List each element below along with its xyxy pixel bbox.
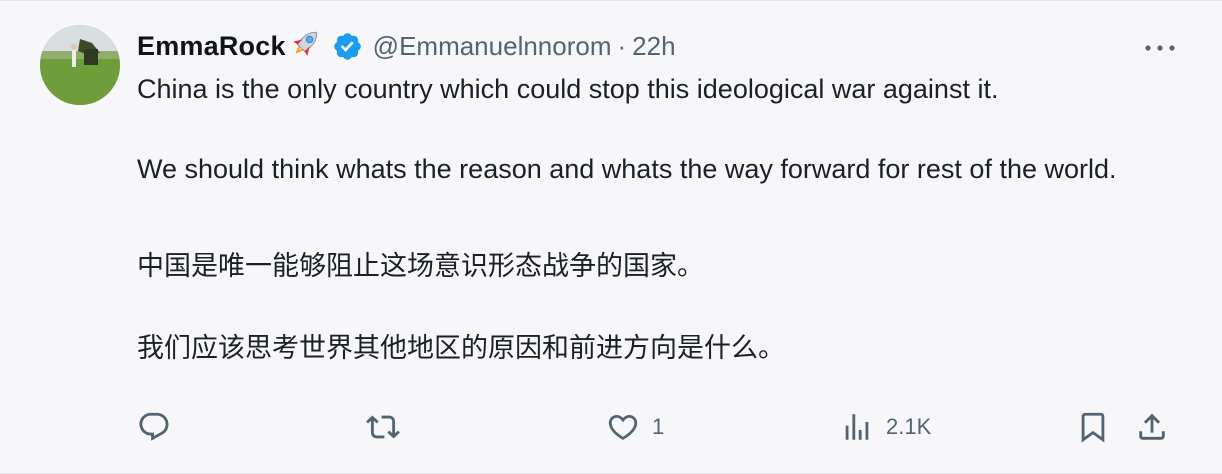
reply-button[interactable] bbox=[137, 403, 183, 451]
like-button[interactable]: 1 bbox=[606, 403, 664, 451]
tweet-action-bar: 1 2.1K bbox=[0, 403, 1222, 451]
display-name[interactable]: EmmaRock bbox=[137, 31, 286, 62]
share-button[interactable] bbox=[1135, 403, 1169, 451]
bookmark-button[interactable] bbox=[1076, 403, 1110, 451]
timestamp[interactable]: 22h bbox=[632, 31, 675, 62]
retweet-icon bbox=[366, 410, 400, 444]
tweet-card[interactable]: EmmaRock @Emmanuelnnorom · 22h China is … bbox=[0, 0, 1222, 474]
reply-icon bbox=[137, 410, 171, 444]
user-handle[interactable]: @Emmanuelnnorom bbox=[373, 31, 612, 62]
retweet-button[interactable] bbox=[366, 403, 412, 451]
views-button[interactable]: 2.1K bbox=[840, 403, 931, 451]
share-icon bbox=[1135, 410, 1169, 444]
tweet-text-paragraph: 我们应该思考世界其他地区的原因和前进方向是什么。 bbox=[137, 333, 785, 363]
tweet-text-paragraph: 中国是唯一能够阻止这场意识形态战争的国家。 bbox=[137, 251, 704, 281]
avatar[interactable] bbox=[40, 25, 120, 105]
verified-badge-icon bbox=[332, 31, 363, 62]
views-count: 2.1K bbox=[886, 414, 932, 439]
rocket-icon bbox=[288, 25, 324, 61]
tweet-text-paragraph: China is the only country which could st… bbox=[137, 74, 999, 104]
views-chart-icon bbox=[840, 410, 874, 444]
heart-icon bbox=[606, 410, 640, 444]
tweet-header: EmmaRock @Emmanuelnnorom · 22h bbox=[137, 27, 1182, 65]
bookmark-icon bbox=[1076, 410, 1110, 444]
more-options-button[interactable] bbox=[1140, 33, 1180, 63]
separator-dot: · bbox=[617, 30, 627, 61]
tweet-text-paragraph: We should think whats the reason and wha… bbox=[137, 154, 1117, 184]
like-count: 1 bbox=[652, 414, 665, 439]
more-icon bbox=[1144, 39, 1176, 57]
